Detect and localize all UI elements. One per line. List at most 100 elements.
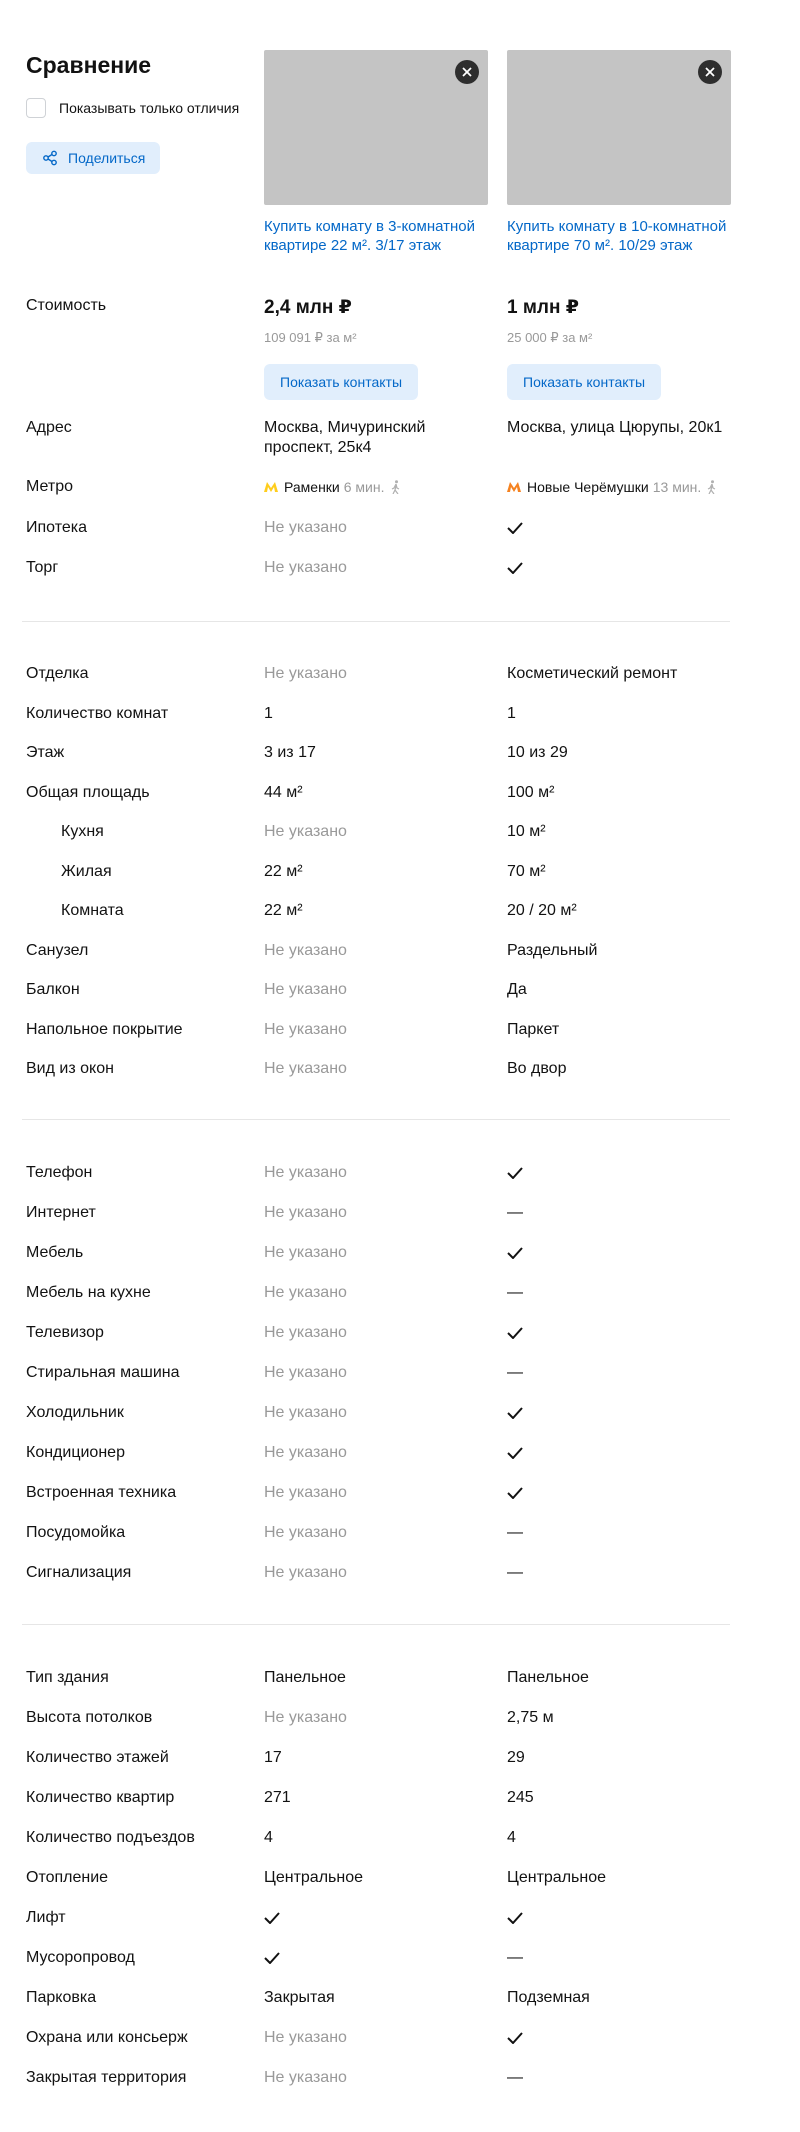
page-title: Сравнение [26,52,152,78]
bargain-value: Не указано [264,559,347,576]
value-cell: 17 [264,1749,282,1766]
row-label: Мусоропровод [26,1949,135,1966]
value-cell: Не указано [264,1324,347,1341]
value-cell: Центральное [507,1869,606,1886]
value-cell: Не указано [264,665,347,682]
row-label: Напольное покрытие [26,1020,183,1038]
value-cell: Не указано [264,1484,347,1501]
remove-offer-button[interactable] [698,60,722,84]
remove-offer-button[interactable] [455,60,479,84]
value-cell: Не указано [264,1404,347,1421]
value-cell: Панельное [264,1669,346,1686]
value-cell: 10 м² [507,823,546,840]
value-cell: — [507,2069,523,2086]
offer-card: Купить комнату в 3-комнатной квартире 22… [264,50,488,255]
offer-link[interactable]: Купить комнату в 10-комнатной квартире 7… [507,217,731,255]
check-icon [507,1327,523,1339]
check-icon [507,1407,523,1419]
value-cell: 10 из 29 [507,744,568,761]
value-cell: 3 из 17 [264,744,316,761]
row-label: Ипотека [26,519,88,536]
share-button[interactable]: Поделиться [26,142,161,174]
walk-icon [391,480,399,494]
value-cell: Не указано [264,1204,347,1221]
value-cell: Подземная [507,1989,590,2006]
value-cell: 271 [264,1789,291,1806]
metro-icon [264,482,278,492]
show-contacts-button[interactable]: Показать контакты [507,364,662,400]
row-label: Санузел [26,941,89,959]
check-icon [507,1487,523,1499]
value-cell: 29 [507,1749,525,1766]
offer-photo[interactable] [507,50,731,205]
row-label: Сигнализация [26,1564,132,1581]
offer-photo[interactable] [264,50,488,205]
row-label: Количество комнат [26,704,169,722]
close-icon [705,67,715,77]
mortgage-value: Не указано [264,519,347,536]
row-label: Комната [61,902,124,919]
walk-icon [707,480,716,494]
compare-header: Сравнение Показывать только отличия Поде… [26,50,256,174]
close-icon [462,67,472,77]
value-cell [507,1483,737,1503]
value-cell: Центральное [264,1869,363,1886]
row-label: Встроенная техника [26,1484,177,1501]
row-label: Закрытая территория [26,2069,187,2086]
value-cell: 1 [507,704,516,722]
value-cell [507,1908,737,1928]
value-cell: Не указано [264,1060,347,1077]
value-cell: Не указано [264,1564,347,1581]
value-cell: — [507,1284,523,1301]
value-cell: Не указано [264,2029,347,2046]
row-label: Отделка [26,665,89,682]
diff-only-toggle[interactable]: Показывать только отличия [26,98,256,118]
value-cell: 4 [264,1829,273,1846]
metro-walk-time: 13 мин. [652,479,702,495]
row-label: Метро [26,478,73,495]
row-label: Телефон [26,1164,93,1181]
value-cell: Не указано [264,1284,347,1301]
address-value: Москва, Мичуринский проспект, 25к4 [264,419,426,456]
value-cell: 1 [264,704,273,722]
check-icon [507,1912,523,1924]
row-label: Количество квартир [26,1789,175,1806]
value-cell: Не указано [264,1244,347,1261]
metro-walk-time: 6 мин. [343,479,385,495]
section-divider [22,1624,730,1625]
row-label: Количество этажей [26,1749,169,1766]
value-cell: 44 м² [264,783,303,801]
section-divider [22,621,730,622]
value-cell: Косметический ремонт [507,665,678,682]
check-icon [507,1447,523,1459]
value-cell: 22 м² [264,862,303,880]
bargain-value [507,558,737,578]
row-label: Кондиционер [26,1444,125,1461]
metro-station: Раменки [284,479,340,495]
offer-link[interactable]: Купить комнату в 3-комнатной квартире 22… [264,217,488,255]
value-cell: — [507,1949,523,1966]
price-value: 1 млн ₽ [507,297,579,318]
check-icon [507,1247,523,1259]
value-cell: Во двор [507,1060,567,1077]
row-label: Телевизор [26,1324,104,1341]
show-contacts-button[interactable]: Показать контакты [264,364,419,400]
value-cell: Да [507,981,527,998]
check-icon [507,562,523,574]
value-cell: 22 м² [264,902,303,919]
mortgage-value [507,518,737,538]
share-icon [43,150,57,166]
section-divider [22,1119,730,1120]
value-cell: — [507,1204,523,1221]
value-cell: Паркет [507,1020,560,1038]
row-label: Посудомойка [26,1524,126,1541]
row-label: Общая площадь [26,783,150,801]
row-label: Мебель [26,1244,84,1261]
row-label: Кухня [61,823,104,840]
row-label: Балкон [26,981,80,998]
value-cell: Панельное [507,1669,589,1686]
diff-only-checkbox[interactable] [26,98,46,118]
row-label: Вид из окон [26,1060,114,1077]
value-cell: 4 [507,1829,516,1846]
offer-card: Купить комнату в 10-комнатной квартире 7… [507,50,731,255]
